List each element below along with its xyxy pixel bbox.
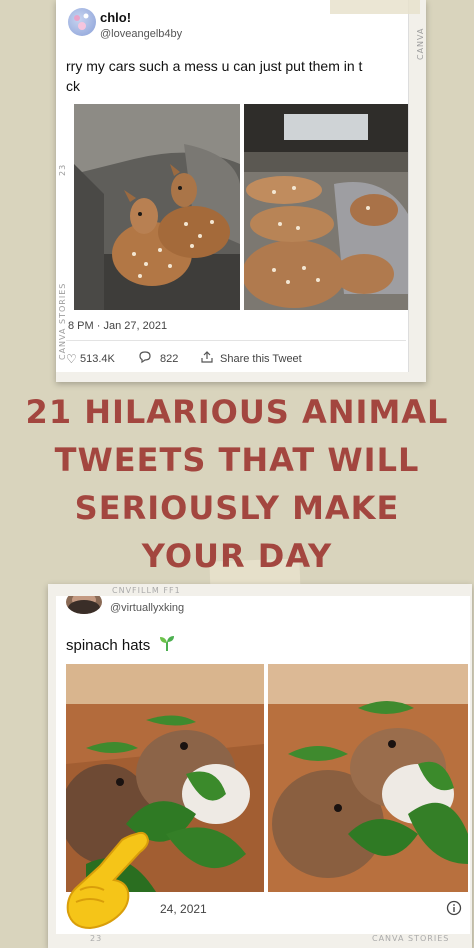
avatar[interactable] (68, 8, 96, 36)
info-icon[interactable] (446, 900, 462, 921)
tweet-photo-fawns-footwell[interactable] (74, 104, 240, 310)
canva-stories-label: CANVA STORIES (58, 282, 67, 360)
share-tweet-link[interactable]: Share this Tweet (220, 353, 302, 365)
reply-icon[interactable] (138, 350, 152, 369)
film-label: CNVFILLM FF1 (112, 586, 181, 595)
frame-number-label: 23 (58, 163, 67, 176)
tweet-text-content: spinach hats (66, 636, 151, 654)
tweet-timestamp[interactable]: 8 PM · Jan 27, 2021 (68, 320, 167, 332)
divider (66, 340, 406, 341)
seedling-icon (158, 634, 176, 658)
share-icon[interactable] (200, 350, 214, 369)
tweet-photo-bunnies-right[interactable] (268, 664, 468, 892)
like-count: 513.4K (80, 353, 115, 365)
headline-line-2: TWEETS THAT WILL (54, 441, 420, 479)
headline-line-3: SERIOUSLY MAKE (74, 489, 400, 527)
tweet-card-top: chlo! @loveangelb4by rry my cars such a … (56, 0, 426, 382)
headline-line-4: YOUR DAY (141, 537, 333, 575)
tweet-timestamp[interactable]: 24, 2021 (160, 902, 207, 916)
tweet-fawns: chlo! @loveangelb4by rry my cars such a … (56, 0, 409, 372)
canva-stories-right-label: CANVA STORIE (416, 25, 426, 60)
heart-icon[interactable]: ♡ (66, 352, 77, 366)
headline: 21 HILARIOUS ANIMAL TWEETS THAT WILL SER… (0, 388, 474, 580)
tweet-text-line-2: ck (66, 78, 80, 94)
canva-stories-label: CANVA STORIES (372, 934, 450, 943)
tweet-photo-fawns-trunk[interactable] (244, 104, 408, 310)
tweet-text-line-1: rry my cars such a mess u can just put t… (66, 58, 363, 74)
tape-strip (330, 0, 420, 14)
tweet-text: spinach hats (66, 634, 176, 658)
pointing-hand-icon (64, 826, 154, 936)
user-handle[interactable]: @virtuallyxking (110, 602, 184, 614)
headline-line-1: 21 HILARIOUS ANIMAL (25, 393, 449, 431)
user-handle[interactable]: @loveangelb4by (100, 28, 182, 40)
reply-count: 822 (160, 353, 179, 365)
display-name[interactable]: chlo! (100, 10, 131, 25)
avatar[interactable] (66, 596, 102, 614)
